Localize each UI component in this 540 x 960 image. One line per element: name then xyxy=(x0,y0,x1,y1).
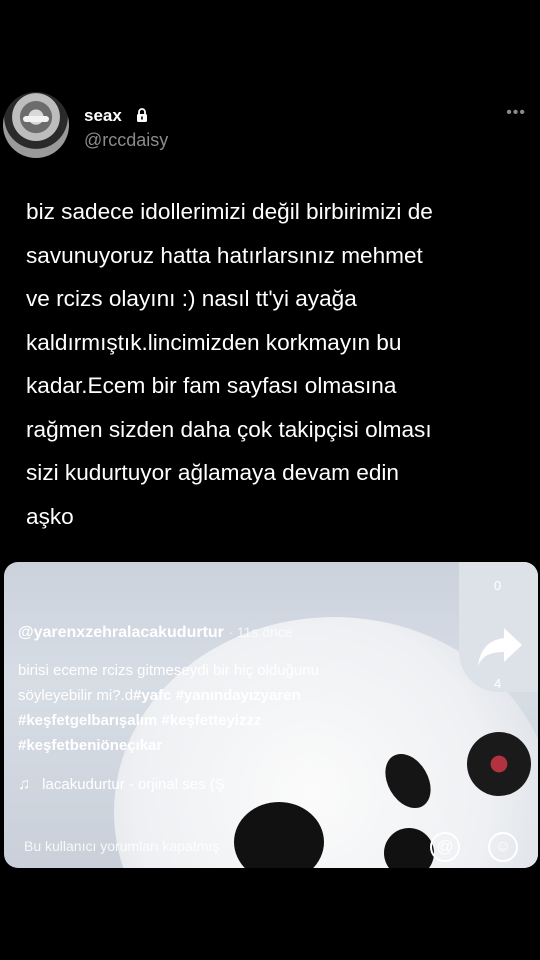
at-icon[interactable]: @ xyxy=(430,832,460,862)
share-icon[interactable] xyxy=(476,624,524,668)
music-note-icon: ♫ xyxy=(18,776,30,793)
video-username[interactable]: @yarenxzehralacakudurtur · 11s önce xyxy=(18,624,293,642)
emoji-icon[interactable]: ☺ xyxy=(488,832,518,862)
music-title[interactable]: lacakudurtur - orjinal ses (Ş xyxy=(42,776,225,793)
comments-disabled-text: Bu kullanıcı yorumları kapatmış xyxy=(24,838,220,854)
tweet-text: biz sadece idollerimizi değil birbirimiz… xyxy=(26,199,433,529)
music-row[interactable]: ♫ lacakudurtur - orjinal ses (Ş xyxy=(18,776,225,794)
lock-icon xyxy=(137,108,147,122)
share-count: 4 xyxy=(494,676,502,691)
more-icon[interactable]: ••• xyxy=(506,104,526,122)
sound-disc-icon[interactable] xyxy=(467,732,531,796)
video-time: · 11s önce xyxy=(228,624,293,640)
embedded-video[interactable]: 0 4 @yarenxzehralacakudurtur · 11s önce … xyxy=(4,562,538,868)
display-name[interactable]: seax xyxy=(84,106,122,126)
video-caption: birisi eceme rcizs gitmeseydi bir hiç ol… xyxy=(18,658,378,758)
tweet-header: seax @rccdaisy ••• xyxy=(0,92,540,162)
user-handle[interactable]: @rccdaisy xyxy=(84,130,168,151)
like-count: 0 xyxy=(494,578,502,593)
video-username-text[interactable]: @yarenxzehralacakudurtur xyxy=(18,624,224,641)
avatar[interactable] xyxy=(3,92,69,158)
